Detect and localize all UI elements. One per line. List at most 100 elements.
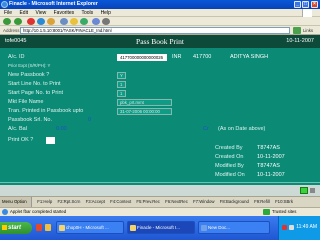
task-item[interactable]: New Doc... [198,221,270,234]
page-title: Pass Book Print [136,37,184,46]
ac-name: ADITYA SINGH [230,54,269,60]
function-key-bar: Menu Option F1:Help F2:Rpt.Scrn F3:Accep… [0,196,320,207]
print-sub-label: Prior Expt (S/R/PH): Y [8,63,51,68]
task-item-active[interactable]: Finacle - Microsoft I... [127,221,195,234]
mkt-file-input[interactable]: pbk_prt.mmt [117,99,172,106]
maximize-button[interactable]: □ [302,1,309,8]
address-label: Address [3,28,20,33]
minimize-button[interactable]: _ [294,1,301,8]
modified-by-label: Modified By [215,163,244,169]
passbook-print-form: A/c. ID 417700000000000026 INR 417700 AD… [0,48,320,196]
ie-icon [130,225,136,231]
fkey-f6[interactable]: F6:NextRec [165,197,188,207]
header-date: 10-11-2007 [286,38,314,44]
app-header: tofe0045 Pass Book Print 10-11-2007 [0,35,320,48]
task-label: chop0H - Microsoft ... [66,225,109,230]
passbook-srl-value: 0 [88,117,92,123]
start-page-label: Start Page No. to Print [8,90,64,96]
history-icon[interactable] [80,18,88,25]
tran-printed-input[interactable]: 31-07-2006 00:00:00 [117,108,172,115]
mkt-file-label: Mkt File Name [8,99,44,105]
ac-id-label: A/c. ID [8,54,25,60]
task-item[interactable]: chop0H - Microsoft ... [56,221,124,234]
new-passbook-input[interactable]: Y [117,72,126,79]
status-ok-button[interactable] [300,187,308,194]
menu-option-button[interactable]: Menu Option [0,197,32,207]
ac-bal-value: 0.00 [56,126,67,132]
status-message: Applet fbar completed started [10,209,67,214]
tran-printed-label: Tran. Printed in Passbook upto [8,108,84,114]
created-on-label: Created On [215,154,244,160]
menu-help[interactable]: Help [101,10,111,16]
status-dot-icon [310,188,315,193]
ac-id-input[interactable]: 417700000000000026 [117,54,167,61]
fkey-f8[interactable]: F8:Background [220,197,249,207]
start-label: start [8,225,22,231]
fkey-f9[interactable]: F9:Refill [254,197,270,207]
trusted-sites-icon [263,209,270,215]
windows-taskbar: start chop0H - Microsoft ... Finacle - M… [0,216,320,240]
modified-on-value: 10-11-2007 [257,172,285,178]
quicklaunch-folder-icon[interactable] [45,224,51,231]
system-tray: 11:49 AM [278,216,320,240]
fkey-f7[interactable]: F7:Window [193,197,215,207]
mail-icon[interactable] [92,18,100,25]
passbook-srl-label: Passbook Srl. No. [8,117,53,123]
modified-on-label: Modified On [215,172,245,178]
menu-tools[interactable]: Tools [81,10,93,16]
go-button[interactable] [293,27,301,34]
fkey-f1[interactable]: F1:Help [37,197,52,207]
print-ok-label: Print OK ? [8,137,34,143]
new-passbook-label: New Passbook ? [8,72,50,78]
print-icon[interactable] [102,18,110,25]
search-icon[interactable] [60,18,68,25]
print-ok-input[interactable] [46,137,55,144]
modified-by-value: T8747AS [257,163,280,169]
page-status-icon [2,209,8,215]
close-button[interactable]: × [311,1,318,8]
form-divider [0,182,320,183]
form-footer [0,185,320,196]
fkey-f10[interactable]: F10:SBrk [275,197,293,207]
security-zone: Trusted sites [272,209,297,214]
clock[interactable]: 11:49 AM [296,224,317,230]
ac-bal-cr: Cr [203,126,209,132]
window-title: Finacle - Microsoft Internet Explorer [9,1,98,7]
ac-code: 417700 [193,54,212,60]
tray-network-icon[interactable] [289,225,294,230]
forward-icon[interactable] [14,18,22,25]
refresh-icon[interactable] [37,18,45,25]
ac-bal-note: (As on Date above) [218,126,266,132]
document-icon [201,225,207,231]
browser-status-bar: Applet fbar completed started Trusted si… [0,207,320,216]
ie-icon [1,1,8,8]
start-button[interactable]: start [0,222,32,234]
links-label[interactable]: Links [303,27,313,34]
created-on-value: 10-11-2007 [257,154,285,160]
fkey-f2[interactable]: F2:Rpt.Scrn [57,197,80,207]
home-icon[interactable] [47,18,55,25]
address-input[interactable]: http://10.1.5.10:8001/TASK/FINACLE_Ind.h… [20,27,290,34]
menu-edit[interactable]: Edit [19,10,28,16]
menu-favorites[interactable]: Favorites [54,10,75,16]
ac-currency: INR [172,54,182,60]
back-icon[interactable] [3,18,11,25]
window-title-bar[interactable]: Finacle - Microsoft Internet Explorer _ … [0,0,320,9]
fkey-f4[interactable]: F4:Context [110,197,131,207]
windows-logo-icon [2,225,7,230]
start-line-label: Start Line No. to Print [8,81,61,87]
start-page-input[interactable]: 1 [117,90,126,97]
stop-icon[interactable] [27,18,35,25]
task-label: Finacle - Microsoft I... [137,225,181,230]
address-bar: Address http://10.1.5.10:8001/TASK/FINAC… [0,26,320,35]
menu-view[interactable]: View [35,10,46,16]
start-line-input[interactable]: 1 [117,81,126,88]
tray-alert-icon[interactable] [282,225,287,230]
task-label: New Doc... [208,225,231,230]
created-by-label: Created By [215,145,243,151]
fkey-f5[interactable]: F5:Prev.Rec [136,197,160,207]
menu-file[interactable]: File [4,10,12,16]
favorites-icon[interactable] [70,18,78,25]
quicklaunch-ie-icon[interactable] [36,224,42,231]
fkey-f3[interactable]: F3:Accept [86,197,105,207]
